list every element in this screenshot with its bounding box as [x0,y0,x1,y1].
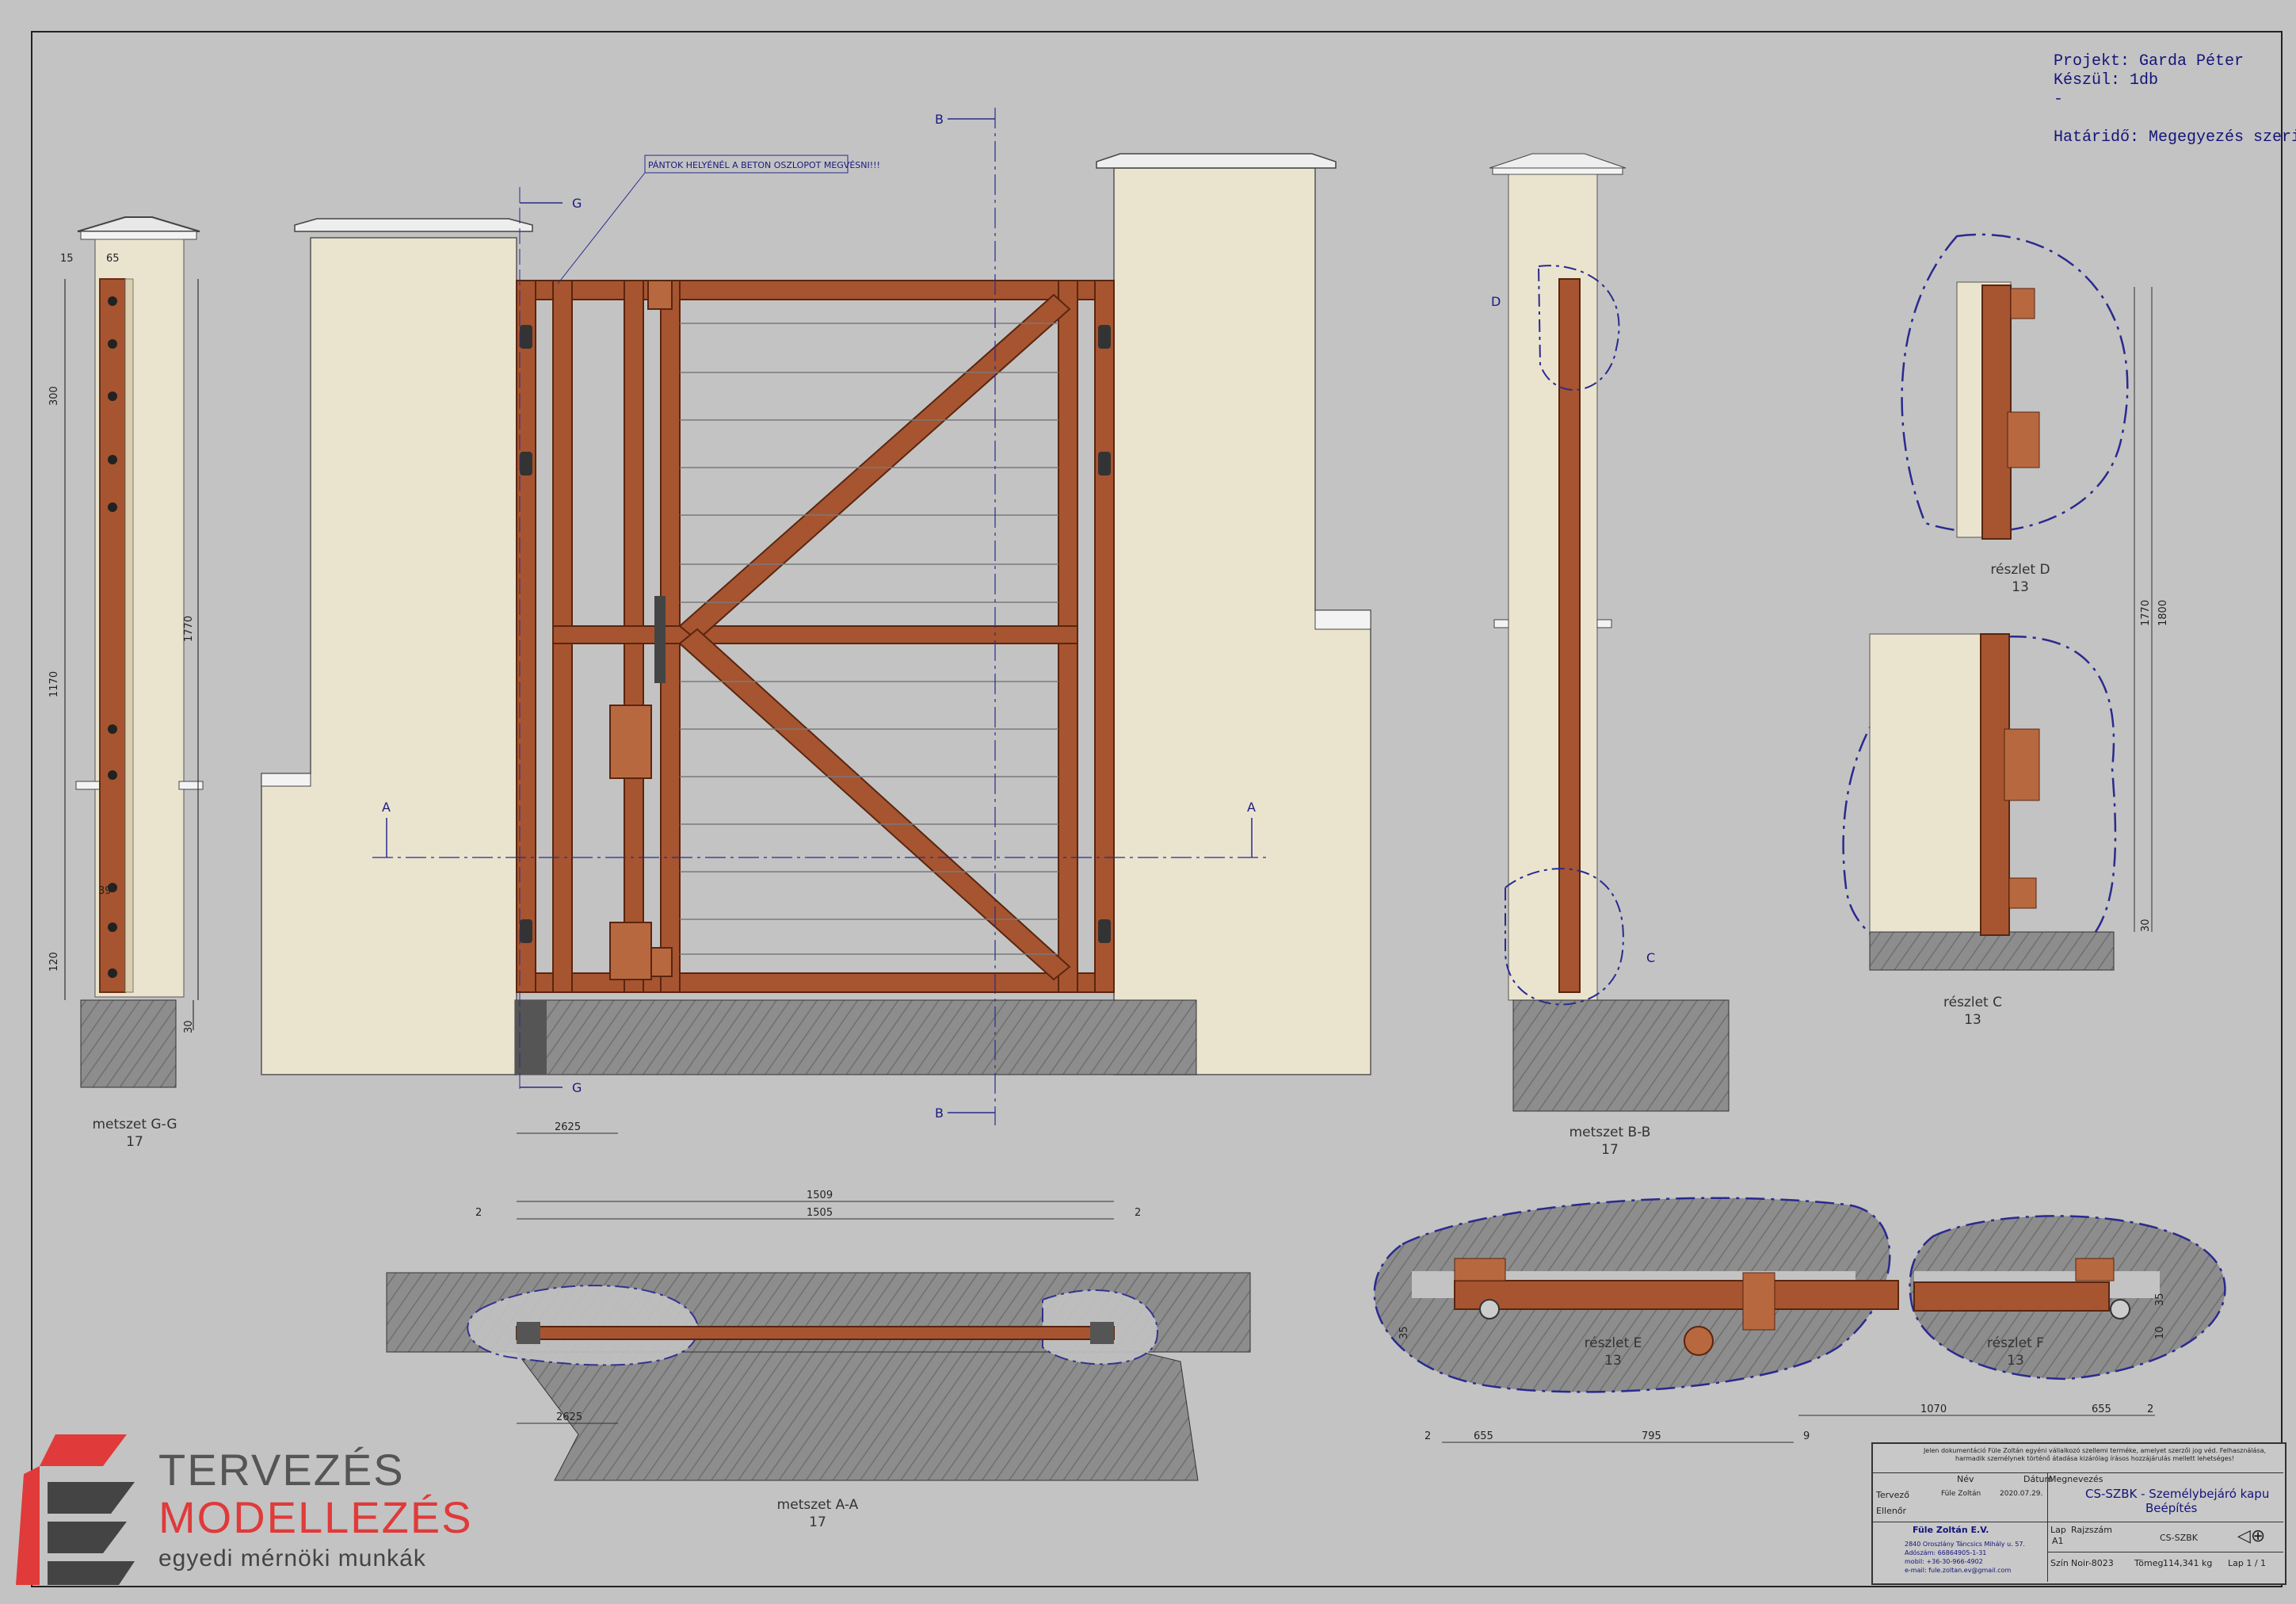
material-label: Szín [2050,1558,2069,1568]
design-date: 2020.07.29. [2000,1490,2043,1498]
section-bb-view: D C metszet B-B 17 [1489,153,1730,1158]
section-a-left-label: A [382,800,391,815]
dim-aa-1505: 1505 [807,1207,833,1219]
dim-e-655: 655 [1474,1430,1493,1442]
view-title-detail-d: részlet D [1990,562,2050,578]
view-title-aa: metszet A-A [777,1497,859,1513]
view-title-detail-e: részlet E [1585,1335,1642,1351]
sheet-number: Lap 1 / 1 [2228,1558,2267,1568]
dim-e-9: 9 [1803,1430,1810,1442]
weight-value: 114,341 kg [2163,1558,2213,1568]
view-scale-aa: 17 [809,1514,826,1530]
email: e-mail: fule.zoltan.ev@gmail.com [1905,1567,2012,1574]
section-a-right-label: A [1247,800,1256,815]
view-scale-detail-e: 13 [1604,1353,1622,1369]
technical-drawing: 300 1170 1770 120 39 30 15 65 metszet G-… [31,31,2283,1587]
col-name: Név [1957,1474,1974,1484]
section-aa-view: 1509 1505 2 2 2625 metszet A-A 17 [386,1190,1251,1530]
drawing-no-label: Rajzszám [2071,1525,2112,1535]
dim-f-10: 10 [2154,1326,2166,1339]
detail-c-marker: C [1646,950,1655,965]
dim-gg-65: 65 [106,253,120,265]
dim-e-2: 2 [1425,1430,1431,1442]
deadline-line: Határidő: Megegyezés szerint [2054,128,2296,147]
note-text: PÁNTOK HELYÉNÉL A BETON OSZLOPOT MEGVÉSN… [648,160,880,170]
logo-mark-icon [16,1434,135,1585]
dim-f-1070: 1070 [1920,1404,1947,1415]
dim-front-2625: 2625 [555,1121,581,1133]
dim-gg-300: 300 [48,386,60,406]
section-g-bottom-label: G [572,1080,582,1095]
view-scale-detail-c: 13 [1964,1012,1981,1028]
dim-f-2: 2 [2147,1404,2153,1415]
view-scale-bb: 17 [1601,1142,1619,1158]
size-value: A1 [2052,1536,2064,1546]
row-checker: Ellenőr [1876,1506,1907,1516]
size-label: Lap [2050,1525,2066,1535]
dim-f-35: 35 [2154,1293,2166,1306]
dim-f-655: 655 [2092,1404,2111,1415]
address-line-1: 2840 Oroszlány Táncsics Mihály u. 57. [1905,1541,2025,1548]
logo-line-3: egyedi mérnöki munkák [158,1545,426,1572]
project-info: Projekt: Garda Péter Készül: 1db - Határ… [2054,52,2296,147]
view-title-detail-f: részlet F [1987,1335,2044,1351]
dim-gg-39: 39 [98,885,112,897]
dim-aa-2625: 2625 [556,1411,582,1423]
dim-gg-15: 15 [60,253,74,265]
disclaimer: Jelen dokumentáció Füle Zoltán egyéni vá… [1923,1447,2267,1462]
drawing-no: CS-SZBK [2160,1533,2198,1543]
dim-gg-1170: 1170 [48,671,60,697]
front-view: B B A A G G PÁNTOK HELYÉNÉL A BETON OSZL… [261,108,1371,1134]
dim-d-30: 30 [2140,918,2152,932]
detail-c-view: részlet C 13 [1842,633,2117,1028]
dim-gg-1770: 1770 [183,616,195,642]
view-title-bb: metszet B-B [1569,1125,1651,1140]
view-scale-gg: 17 [126,1134,143,1150]
project-line: Projekt: Garda Péter [2054,52,2245,71]
dim-gg-30: 30 [183,1020,195,1033]
section-g-top-label: G [572,196,582,211]
name-value: CS-SZBK - Személybejáró kapu [2085,1487,2270,1501]
quantity-line: Készül: 1db [2054,71,2159,90]
dim-d-1800: 1800 [2157,600,2169,626]
dim-aa-2-left: 2 [475,1207,482,1219]
name-value-2: Beépítés [2145,1501,2198,1515]
gate-frame [516,280,1115,993]
dim-aa-1509: 1509 [807,1190,833,1201]
dim-aa-2-right: 2 [1135,1207,1141,1219]
view-title-gg: metszet G-G [92,1117,177,1132]
phone: mobil: +36-30-966-4902 [1905,1558,1983,1565]
view-title-detail-c: részlet C [1943,995,2002,1010]
projection-icon: ◁⊕ [2237,1526,2266,1546]
section-gg-view: 300 1170 1770 120 39 30 15 65 metszet G-… [48,216,204,1150]
weight-label: Tömeg [2134,1558,2164,1568]
section-b-top-label: B [935,112,944,127]
title-block: Jelen dokumentáció Füle Zoltán egyéni vá… [1871,1442,2286,1585]
row-designer: Tervező [1876,1490,1909,1500]
detail-e-view: részlet E 13 2 655 795 9 35 [1373,1197,1899,1443]
designer-name: Füle Zoltán [1941,1490,1981,1498]
dim-gg-120: 120 [48,952,60,972]
dim-d-1770: 1770 [2140,600,2152,626]
logo-line-2: MODELLEZÉS [158,1492,473,1542]
company-name: Füle Zoltán E.V. [1913,1525,1989,1535]
dash-line: - [2054,90,2064,109]
logo-line-1: TERVEZÉS [158,1445,405,1495]
company-logo: TERVEZÉS MODELLEZÉS egyedi mérnöki munká… [8,1426,483,1593]
address-line-2: Adószám: 66864905-1-31 [1905,1549,1987,1556]
dim-e-795: 795 [1642,1430,1661,1442]
material-value: Noir-8023 [2071,1558,2114,1568]
view-scale-detail-d: 13 [2012,579,2029,595]
dim-e-35: 35 [1398,1326,1410,1339]
detail-d-marker: D [1491,294,1501,309]
name-label: Megnevezés [2049,1474,2103,1484]
section-b-bottom-label: B [935,1106,944,1121]
view-scale-detail-f: 13 [2007,1353,2024,1369]
